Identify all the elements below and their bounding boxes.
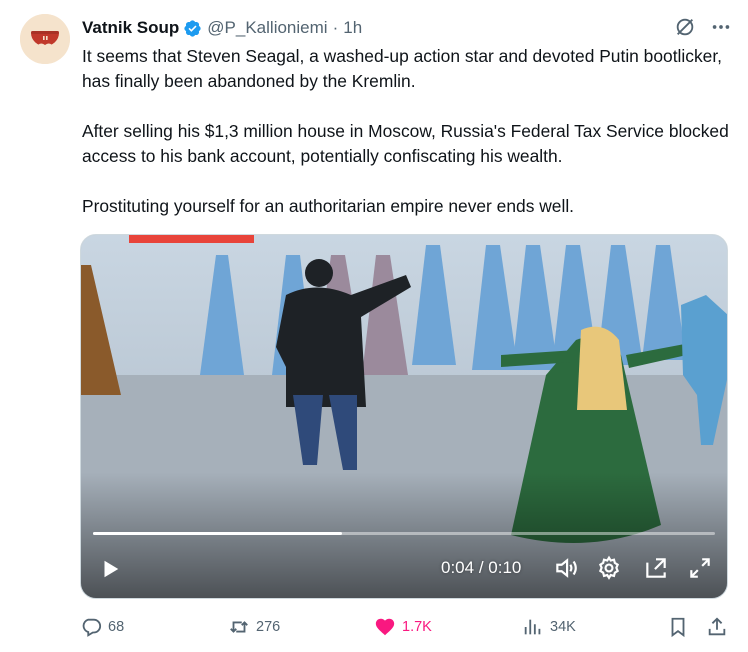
header-separator: · [332, 18, 339, 37]
volume-icon[interactable] [553, 555, 579, 581]
tweet-action-bar: 68 276 1.7K 34K [80, 612, 732, 642]
tweet-paragraph: It seems that Steven Seagal, a washed-up… [82, 46, 722, 91]
like-button[interactable]: 1.7K [374, 612, 432, 642]
video-time: 0:04 / 0:10 [441, 558, 521, 578]
reply-button[interactable]: 68 [80, 612, 124, 642]
video-progress-bar[interactable] [93, 532, 715, 535]
verified-badge-icon [183, 19, 202, 38]
views-count: 34K [550, 619, 576, 635]
fullscreen-icon[interactable] [687, 555, 713, 581]
author-handle[interactable]: @P_Kallioniemi [207, 18, 327, 38]
video-time-separator: / [478, 558, 484, 577]
video-player[interactable]: 0:04 / 0:10 [80, 234, 728, 599]
tweet-header: Vatnik Soup @P_Kallioniemi · 1h [82, 16, 362, 40]
tweet-paragraph: After selling his $1,3 million house in … [82, 121, 729, 166]
share-icon [706, 616, 728, 638]
more-options-icon[interactable] [710, 16, 732, 38]
grok-icon[interactable] [674, 16, 696, 38]
heart-icon [374, 616, 396, 638]
video-current-time: 0:04 [441, 558, 475, 577]
views-button[interactable]: 34K [522, 612, 576, 642]
views-icon [522, 616, 544, 638]
picture-in-picture-icon[interactable] [643, 555, 669, 581]
bookmark-icon [667, 616, 689, 638]
reply-count: 68 [108, 619, 125, 635]
repost-icon [228, 616, 250, 638]
like-count: 1.7K [402, 619, 432, 635]
post-time[interactable]: 1h [343, 18, 362, 38]
top-actions [674, 16, 732, 38]
avatar[interactable] [20, 14, 70, 64]
video-progress-fill [93, 532, 342, 535]
bookmark-button[interactable] [667, 612, 689, 642]
author-name[interactable]: Vatnik Soup [82, 18, 179, 38]
tweet-paragraph: Prostituting yourself for an authoritari… [82, 196, 575, 216]
share-button[interactable] [706, 612, 728, 642]
reply-icon [80, 616, 102, 638]
play-icon[interactable] [99, 558, 121, 580]
tweet-text: It seems that Steven Seagal, a washed-up… [82, 44, 732, 219]
repost-button[interactable]: 276 [228, 612, 280, 642]
tweet-card[interactable]: Vatnik Soup @P_Kallioniemi · 1h It seems… [0, 0, 748, 652]
video-duration: 0:10 [488, 558, 522, 577]
repost-count: 276 [256, 619, 281, 635]
video-controls: 0:04 / 0:10 [81, 540, 727, 598]
gear-icon[interactable] [596, 555, 622, 581]
